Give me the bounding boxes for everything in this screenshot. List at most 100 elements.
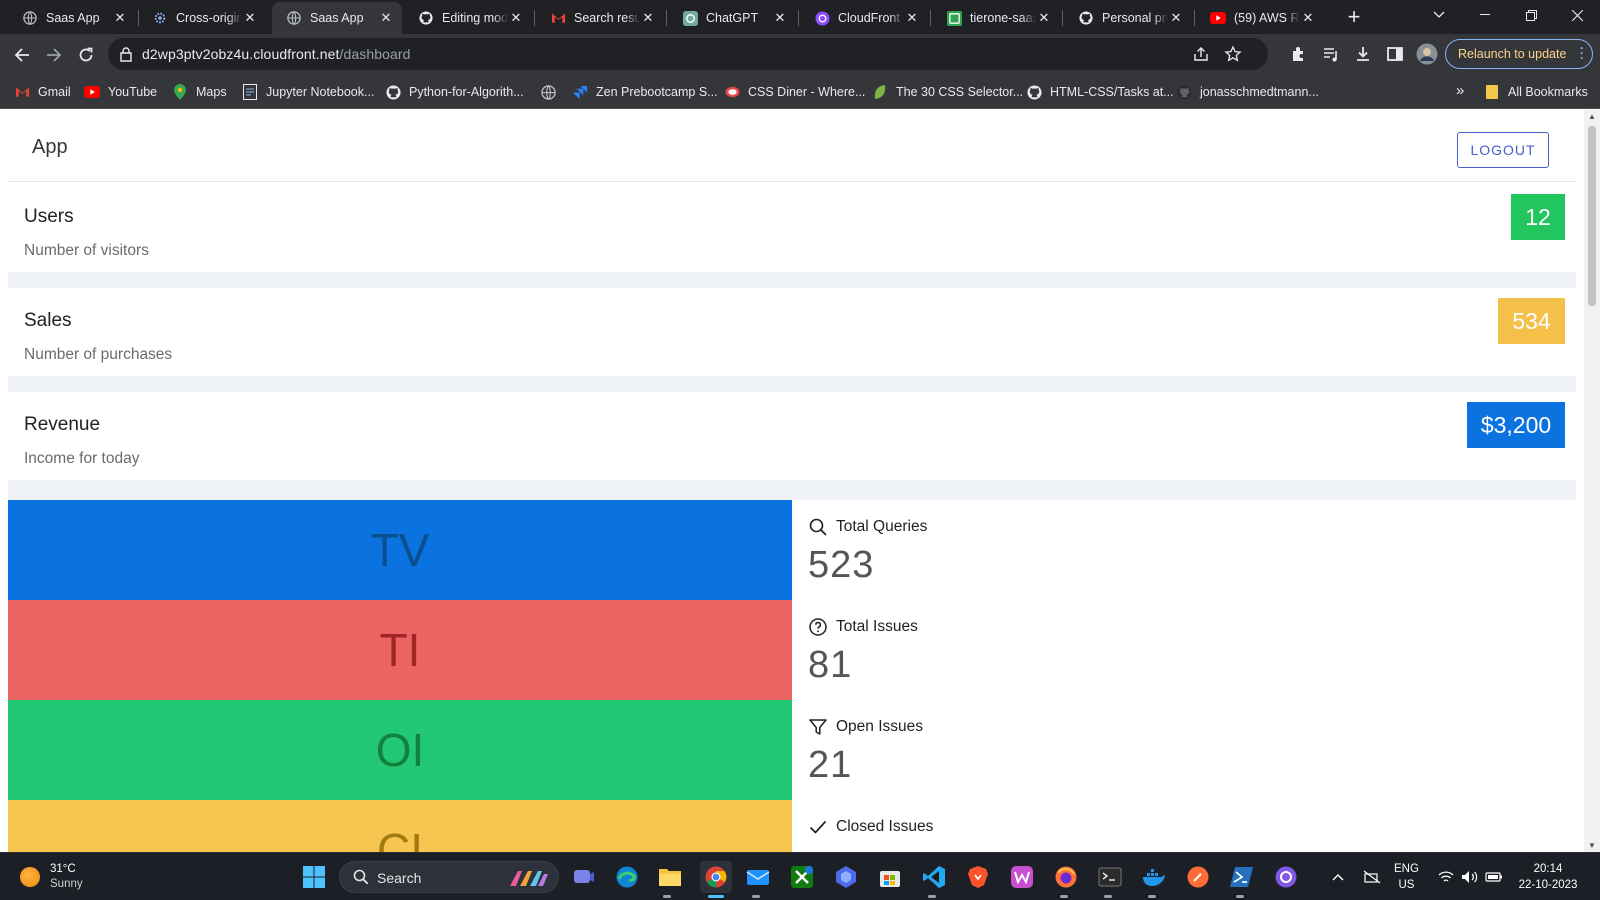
close-icon[interactable]: ✕: [1300, 10, 1316, 26]
bookmark-zen-prebootcamp[interactable]: Zen Prebootcamp S...: [572, 84, 718, 100]
docker-icon[interactable]: [1140, 863, 1168, 891]
download-icon[interactable]: [1352, 43, 1374, 65]
metric-closed-issues: Closed Issues: [808, 816, 933, 844]
extensions-icon[interactable]: [1288, 43, 1310, 65]
app-brand[interactable]: App: [32, 136, 68, 159]
close-icon[interactable]: ✕: [508, 10, 524, 26]
tab-personal-pro[interactable]: Personal pro ✕: [1064, 2, 1192, 34]
close-icon[interactable]: ✕: [1168, 10, 1184, 26]
logout-button[interactable]: LOGOUT: [1457, 132, 1549, 168]
metric-total-queries: Total Queries 523: [808, 516, 927, 587]
close-icon[interactable]: ✕: [904, 10, 920, 26]
bookmark-python-algorithms[interactable]: Python-for-Algorith...: [385, 84, 524, 100]
jira-icon: [572, 84, 588, 100]
bookmark-gmail[interactable]: Gmail: [14, 84, 71, 100]
all-bookmarks-button[interactable]: All Bookmarks: [1484, 84, 1588, 100]
battery-icon[interactable]: [1480, 863, 1508, 891]
tab-chatgpt[interactable]: ChatGPT ✕: [668, 2, 796, 34]
edge-icon[interactable]: [613, 863, 641, 891]
bookmark-youtube[interactable]: YouTube: [84, 84, 157, 100]
more-menu-icon[interactable]: · · ·: [1580, 42, 1584, 64]
profile-avatar[interactable]: [1416, 43, 1438, 65]
cloudfront-icon: [814, 10, 830, 26]
address-bar[interactable]: d2wp3ptv2obz4u.cloudfront.net/dashboard: [108, 38, 1268, 70]
file-explorer-icon[interactable]: [656, 863, 684, 891]
tab-strip: Saas App ✕ Cross-origin ✕ Saas App ✕ Edi…: [0, 0, 1600, 34]
windows-start-icon[interactable]: [300, 863, 328, 891]
side-panel-icon[interactable]: [1384, 43, 1406, 65]
back-button[interactable]: [8, 41, 36, 69]
code-icon: [946, 10, 962, 26]
close-icon[interactable]: ✕: [640, 10, 656, 26]
stat-card-users: Users Number of visitors 12: [8, 184, 1576, 272]
site-info-icon[interactable]: [118, 46, 134, 62]
metric-total-issues: Total Issues 81: [808, 616, 918, 687]
tab-search-chevron-icon[interactable]: [1416, 0, 1462, 30]
bookmarks-overflow-button[interactable]: »: [1456, 82, 1464, 99]
weather-widget[interactable]: 31°C Sunny: [20, 862, 83, 892]
reload-button[interactable]: [72, 41, 100, 69]
restore-button[interactable]: [1508, 0, 1554, 30]
wondershare-icon[interactable]: [1008, 863, 1036, 891]
bookmark-star-icon[interactable]: [1224, 45, 1242, 63]
date: 22-10-2023: [1518, 879, 1578, 891]
tab-tierone-saas[interactable]: tierone-saas ✕: [932, 2, 1060, 34]
page-scrollbar[interactable]: ▲ ▼: [1584, 110, 1600, 852]
network-disconnected-icon[interactable]: [1358, 863, 1386, 891]
scrollbar-thumb[interactable]: [1588, 126, 1596, 306]
globe-icon: [22, 10, 38, 26]
close-icon[interactable]: ✕: [112, 10, 128, 26]
taskbar-search[interactable]: Search: [339, 861, 559, 893]
tray-overflow-chevron-icon[interactable]: [1324, 863, 1352, 891]
close-icon[interactable]: ✕: [1036, 10, 1052, 26]
minimize-button[interactable]: [1462, 0, 1508, 30]
scroll-down-arrow-icon[interactable]: ▼: [1588, 841, 1596, 850]
new-tab-button[interactable]: +: [1342, 6, 1366, 30]
tab-cloudfront[interactable]: CloudFront ✕: [800, 2, 928, 34]
tab-editing-mod[interactable]: Editing mod ✕: [404, 2, 532, 34]
postman-icon[interactable]: [1184, 863, 1212, 891]
forward-button[interactable]: [40, 41, 68, 69]
github-desktop-icon[interactable]: [1272, 863, 1300, 891]
terminal-icon[interactable]: [1096, 863, 1124, 891]
bookmark-html-css-tasks[interactable]: HTML-CSS/Tasks at...: [1026, 84, 1174, 100]
tab-search-results[interactable]: Search resul ✕: [536, 2, 664, 34]
teams-chat-icon[interactable]: [570, 863, 598, 891]
share-icon[interactable]: [1192, 45, 1210, 63]
time: 20:14: [1533, 863, 1563, 875]
url-text: d2wp3ptv2obz4u.cloudfront.net/dashboard: [142, 46, 411, 62]
bookmark-globe[interactable]: [540, 84, 564, 100]
tile-tv: TV: [8, 500, 792, 600]
chrome-icon[interactable]: [700, 861, 732, 893]
firefox-icon[interactable]: [1052, 863, 1080, 891]
close-icon[interactable]: ✕: [772, 10, 788, 26]
bookmark-30-css-selectors[interactable]: The 30 CSS Selector...: [872, 84, 1023, 100]
scroll-up-arrow-icon[interactable]: ▲: [1588, 112, 1596, 121]
tab-saas-app-1[interactable]: Saas App ✕: [8, 2, 136, 34]
metrics-column: Total Queries 523 Total Issues 81 Open I…: [792, 500, 1576, 852]
tab-aws-youtube[interactable]: (59) AWS Ro ✕: [1196, 2, 1324, 34]
close-window-button[interactable]: [1554, 0, 1600, 30]
tab-saas-app-active[interactable]: Saas App ✕: [272, 2, 402, 34]
running-indicator: [928, 895, 936, 898]
mail-icon[interactable]: [744, 863, 772, 891]
reading-list-icon[interactable]: [1320, 43, 1342, 65]
bookmark-css-diner[interactable]: CSS Diner - Where...: [724, 84, 865, 100]
brave-icon[interactable]: [964, 863, 992, 891]
close-icon[interactable]: ✕: [242, 10, 258, 26]
bookmark-jupyter[interactable]: Jupyter Notebook...: [242, 84, 374, 100]
copilot-icon[interactable]: [832, 863, 860, 891]
tab-cross-origin[interactable]: Cross-origin ✕: [138, 2, 266, 34]
relaunch-to-update-button[interactable]: Relaunch to update · · ·: [1445, 39, 1593, 69]
metric-value: 523: [808, 544, 875, 586]
clock[interactable]: 20:14 22-10-2023: [1514, 861, 1582, 893]
bookmark-jonasschmedtmann[interactable]: jonasschmedtmann...: [1176, 84, 1319, 100]
weather-condition: Sunny: [50, 878, 83, 890]
bookmark-maps[interactable]: Maps: [172, 84, 227, 100]
xbox-icon[interactable]: [788, 863, 816, 891]
vscode-icon[interactable]: [920, 863, 948, 891]
close-icon[interactable]: ✕: [378, 10, 394, 26]
powershell-icon[interactable]: [1228, 863, 1256, 891]
language-indicator[interactable]: ENG US: [1394, 861, 1419, 893]
microsoft-store-icon[interactable]: [876, 863, 904, 891]
